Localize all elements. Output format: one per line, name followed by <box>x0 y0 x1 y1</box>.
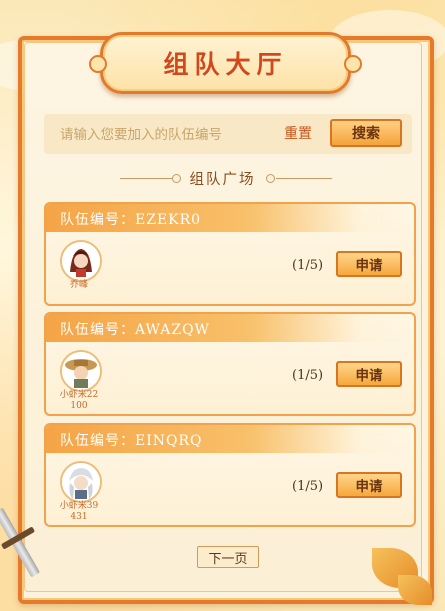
member-count: (1/5) <box>292 258 324 273</box>
apply-button[interactable]: 申请 <box>336 361 402 387</box>
member-count: (1/5) <box>292 479 324 494</box>
member-avatar <box>60 461 102 503</box>
reset-button[interactable]: 重置 <box>284 123 312 143</box>
page-title: 组队大厅 <box>163 50 288 79</box>
member-name: 小虾米22 100 <box>59 390 99 411</box>
team-id: 队伍编号：EZEKR0 <box>60 212 202 228</box>
search-bar: 重置 搜索 <box>44 114 412 154</box>
member-name: 乔峰 <box>69 280 88 290</box>
team-card: 队伍编号：EZEKR0 乔峰 (1/5) 申请 <box>44 202 416 306</box>
member-avatar <box>60 240 102 282</box>
member-avatar <box>60 350 102 392</box>
team-id-search-input[interactable] <box>58 123 272 147</box>
divider-line <box>276 178 332 179</box>
team-card-header: 队伍编号：EINQRQ <box>46 425 414 453</box>
member-name: 小虾米39 431 <box>59 501 99 522</box>
title-plaque: 组队大厅 <box>89 32 362 94</box>
team-card-header: 队伍编号：AWAZQW <box>46 314 414 342</box>
team-plaza-heading: 组队广场 <box>189 172 256 188</box>
member-count: (1/5) <box>292 368 324 383</box>
divider-ornament <box>266 174 275 183</box>
team-id: 队伍编号：AWAZQW <box>60 322 210 338</box>
team-id: 队伍编号：EINQRQ <box>60 433 203 449</box>
apply-button[interactable]: 申请 <box>336 472 402 498</box>
apply-button[interactable]: 申请 <box>336 251 402 277</box>
team-card-header: 队伍编号：EZEKR0 <box>46 204 414 232</box>
next-page-button[interactable]: 下一页 <box>197 546 259 568</box>
team-card: 队伍编号：AWAZQW 小虾米22 100 (1/5) 申请 <box>44 312 416 416</box>
team-card: 队伍编号：EINQRQ 小虾米39 431 (1/5) 申请 <box>44 423 416 527</box>
search-button[interactable]: 搜索 <box>330 119 402 147</box>
